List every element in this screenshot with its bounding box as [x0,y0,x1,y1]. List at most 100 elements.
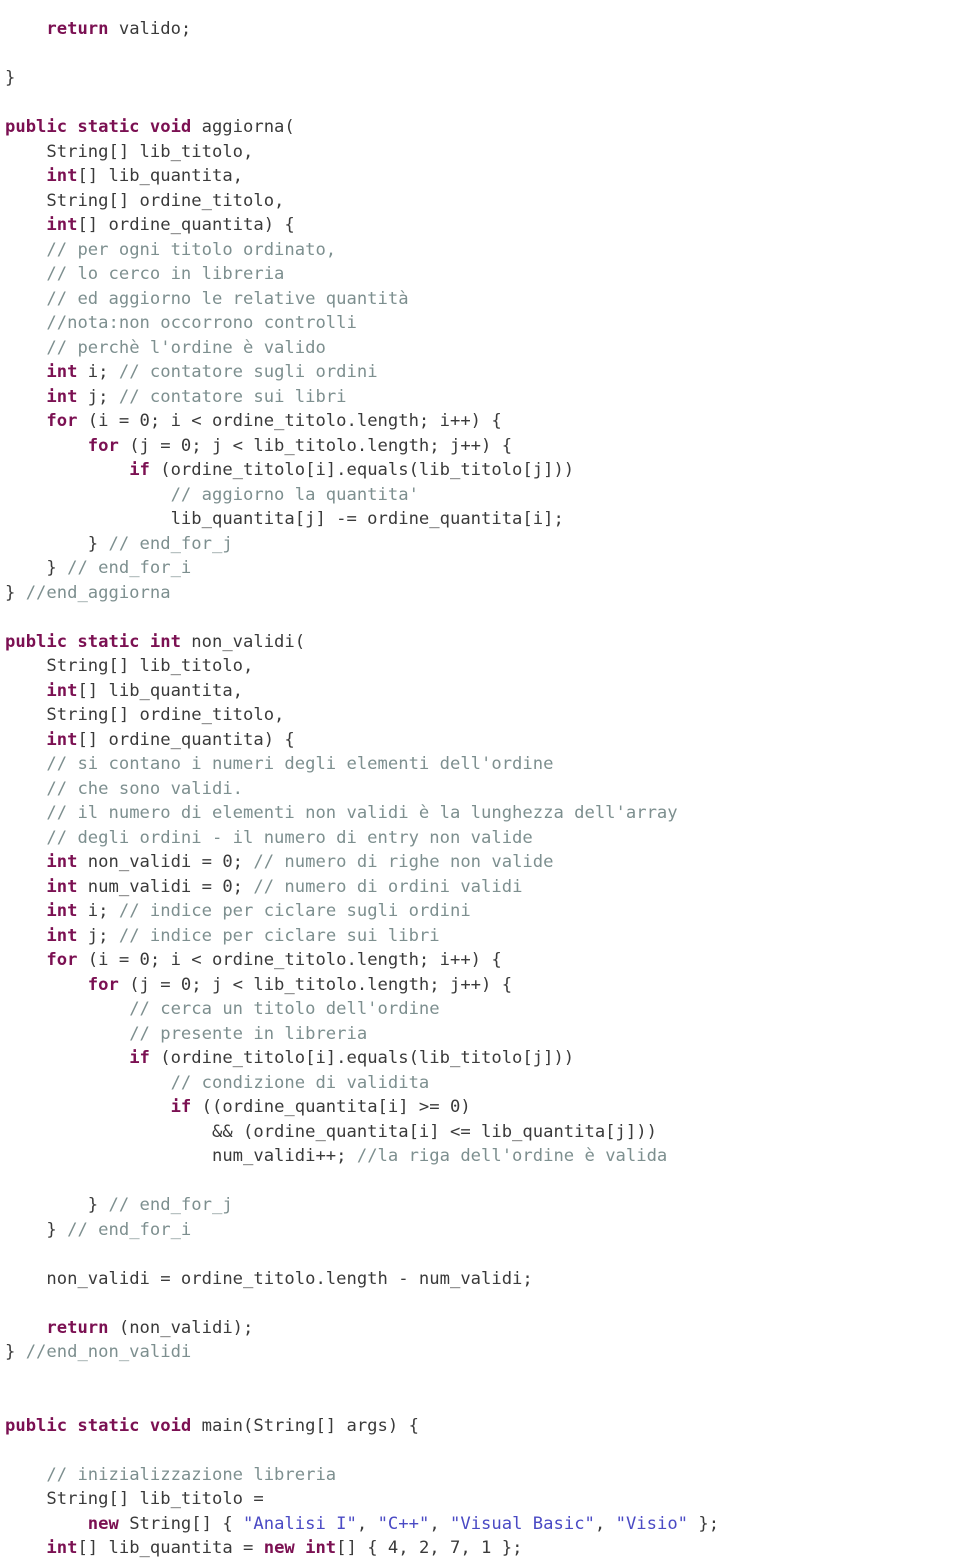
code-token-kw: for [87,974,119,995]
code-token-pl: j; [77,386,119,407]
code-token-kw: public static int [5,631,181,652]
code-line: } //end_aggiorna [5,581,960,606]
code-token-cm: //la riga dell'ordine è valida [356,1146,668,1167]
code-token-pl: ((ordine_quantita[i] >= 0) [191,1097,471,1118]
code-token-cm: // indice per ciclare sui libri [118,925,440,946]
code-line: // cerca un titolo dell'ordine [5,997,960,1022]
code-token-cm: //end_aggiorna [25,582,171,603]
code-line: // per ogni titolo ordinato, [5,238,960,263]
code-token-pl: } [87,533,109,554]
code-line: String[] lib_titolo, [5,654,960,679]
code-token-pl: num_validi++; [211,1146,357,1167]
code-line: // lo cerco in libreria [5,262,960,287]
code-token-cm: //end_non_validi [25,1342,192,1363]
code-token-pl: } [5,1342,26,1363]
code-line: for (i = 0; i < ordine_titolo.length; i+… [5,948,960,973]
code-token-kw: int [46,852,78,873]
code-line: String[] lib_titolo, [5,140,960,165]
code-token-pl: String[] ordine_titolo, [46,190,285,211]
code-line: public static void aggiorna( [5,115,960,140]
code-token-pl: } [46,1219,68,1240]
code-token-kw: if [129,460,150,481]
code-line: int[] ordine_quantita) { [5,728,960,753]
code-token-kw: int [46,362,78,383]
document-page: return valido; } public static void aggi… [0,0,960,1558]
code-token-cm: // contatore sui libri [118,386,347,407]
code-token-pl: String[] { [118,1513,244,1534]
code-token-pl: [] lib_quantita = [77,1538,264,1559]
code-line: // condizione di validita [5,1071,960,1096]
code-line: // inizializzazione libreria [5,1463,960,1488]
code-token-pl: non_validi = ordine_titolo.length - num_… [46,1268,533,1289]
code-token-pl: aggiorna( [191,117,295,138]
code-token-cm: // numero di ordini validi [253,876,523,897]
code-token-pl: (ordine_titolo[i].equals(lib_titolo[j])) [149,1048,575,1069]
code-line: int j; // contatore sui libri [5,385,960,410]
code-token-kw: new int [263,1538,337,1559]
code-line: // aggiorno la quantita' [5,483,960,508]
code-token-kw: int [46,386,78,407]
code-token-st: "C++" [377,1513,430,1534]
code-token-pl: , [429,1513,451,1534]
code-line: int i; // indice per ciclare sugli ordin… [5,899,960,924]
code-token-kw: int [46,876,78,897]
code-token-pl: String[] lib_titolo, [46,656,254,677]
code-token-pl: lib_quantita[j] -= ordine_quantita[i]; [170,509,564,530]
code-token-cm: // contatore sugli ordini [118,362,378,383]
code-line: int[] lib_quantita, [5,164,960,189]
code-token-kw: public static void [5,117,192,138]
code-line: if (ordine_titolo[i].equals(lib_titolo[j… [5,458,960,483]
code-token-cm: // inizializzazione libreria [46,1464,337,1485]
code-token-kw: return [46,1317,109,1338]
code-line: && (ordine_quantita[i] <= lib_quantita[j… [5,1120,960,1145]
code-token-cm: // indice per ciclare sugli ordini [118,901,471,922]
code-line: } // end_for_i [5,1218,960,1243]
code-token-pl: (j = 0; j < lib_titolo.length; j++) { [118,435,513,456]
code-token-kw: int [46,925,78,946]
code-line: } // end_for_j [5,1193,960,1218]
code-token-cm: // il numero di elementi non validi è la… [46,803,678,824]
code-line: // il numero di elementi non validi è la… [5,801,960,826]
code-line: String[] ordine_titolo, [5,703,960,728]
code-token-pl: , [594,1513,616,1534]
code-line: int[] lib_quantita = new int[] { 4, 2, 7… [5,1536,960,1561]
code-token-pl: String[] lib_titolo = [46,1489,264,1510]
code-token-kw: int [46,680,78,701]
code-line: int[] lib_quantita, [5,679,960,704]
code-token-kw: int [46,729,78,750]
code-token-pl: (non_validi); [108,1317,254,1338]
code-line: return valido; [5,17,960,42]
code-line: return (non_validi); [5,1316,960,1341]
code-token-st: "Analisi I" [243,1513,357,1534]
code-line: } // end_for_i [5,556,960,581]
code-token-st: "Visio" [615,1513,689,1534]
code-token-kw: public static void [5,1415,192,1436]
code-token-kw: int [46,215,78,236]
code-line: String[] ordine_titolo, [5,189,960,214]
code-token-cm: // end_for_j [108,1195,233,1216]
code-token-pl: } [5,68,16,89]
code-token-pl: (i = 0; i < ordine_titolo.length; i++) { [77,950,502,971]
code-token-pl: [] lib_quantita, [77,680,244,701]
code-line: int[] ordine_quantita) { [5,213,960,238]
code-line: // perchè l'ordine è valido [5,336,960,361]
code-token-kw: if [170,1097,192,1118]
code-token-pl: num_validi = 0; [77,876,254,897]
code-token-pl: } [87,1195,109,1216]
code-token-kw: int [46,1538,78,1559]
code-token-cm: // end_for_i [67,558,192,579]
code-token-kw: int [46,166,78,187]
code-token-pl: non_validi = 0; [77,852,254,873]
code-token-cm: // ed aggiorno le relative quantità [46,288,409,309]
code-line: // si contano i numeri degli elementi de… [5,752,960,777]
code-token-pl: [] lib_quantita, [77,166,244,187]
code-token-kw: for [87,435,119,456]
code-token-kw: int [46,901,78,922]
code-line: String[] lib_titolo = [5,1487,960,1512]
code-line: int i; // contatore sugli ordini [5,360,960,385]
code-token-kw: new [87,1513,119,1534]
code-token-pl: [] ordine_quantita) { [77,215,295,236]
